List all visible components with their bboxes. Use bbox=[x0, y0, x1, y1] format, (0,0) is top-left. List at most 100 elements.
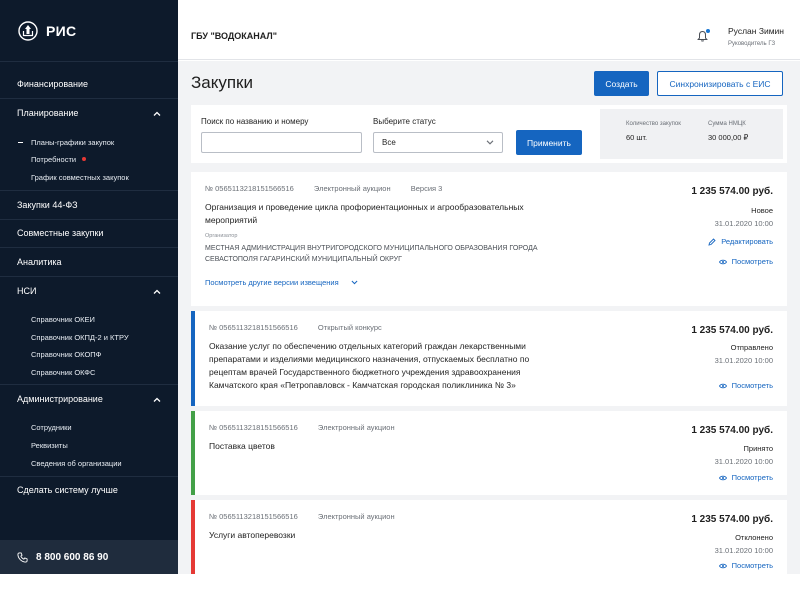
organizer-name: МЕСТНАЯ АДМИНИСТРАЦИЯ ВНУТРИГОРОДСКОГО М… bbox=[205, 245, 538, 263]
nav-label: Финансирование bbox=[17, 79, 89, 89]
user-name[interactable]: Руслан Зимин bbox=[728, 26, 784, 36]
logo[interactable]: РИС bbox=[0, 0, 178, 62]
edit-link[interactable]: Редактировать bbox=[708, 237, 773, 246]
purchase-date: 31.01.2020 10:00 bbox=[714, 356, 773, 365]
chevron-up-icon[interactable] bbox=[153, 289, 161, 294]
divider bbox=[0, 476, 178, 477]
purchase-date: 31.01.2020 10:00 bbox=[714, 457, 773, 466]
nav-employees[interactable]: Сотрудники bbox=[0, 421, 178, 433]
nav-label: Совместные закупки bbox=[17, 228, 104, 238]
chevron-up-icon[interactable] bbox=[153, 111, 161, 116]
status-badge: Отправлено bbox=[730, 343, 773, 352]
purchase-title[interactable]: Организация и проведение цикла профориен… bbox=[205, 201, 555, 227]
nav-financing[interactable]: Финансирование bbox=[0, 74, 178, 94]
nav-purchases-44[interactable]: Закупки 44-ФЗ bbox=[0, 195, 178, 215]
view-label: Посмотреть bbox=[731, 473, 773, 482]
divider bbox=[0, 219, 178, 220]
nav-joint-schedule[interactable]: График совместных закупок bbox=[0, 171, 178, 183]
count-value: 60 шт. bbox=[626, 133, 648, 142]
card-meta: № 0565113218151566516 Открытый конкурс bbox=[209, 323, 400, 332]
nav-plans-schedules[interactable]: Планы-графики закупок bbox=[0, 136, 178, 148]
purchase-title[interactable]: Оказание услуг по обеспечению отдельных … bbox=[209, 340, 564, 392]
sum-value: 30 000,00 ₽ bbox=[708, 133, 749, 142]
sum-label: Сумма НМЦК bbox=[708, 121, 746, 127]
purchase-date: 31.01.2020 10:00 bbox=[714, 219, 773, 228]
view-link[interactable]: Посмотреть bbox=[718, 473, 773, 482]
purchase-method: Открытый конкурс bbox=[317, 323, 382, 332]
purchase-card[interactable]: № 0565113218151566516 Электронный аукцио… bbox=[191, 172, 787, 306]
view-link[interactable]: Посмотреть bbox=[718, 257, 773, 266]
nav-okei[interactable]: Справочник ОКЕИ bbox=[0, 313, 178, 325]
nav-needs[interactable]: Потребности bbox=[0, 153, 178, 165]
status-select[interactable]: Все bbox=[373, 132, 503, 153]
divider bbox=[0, 276, 178, 277]
apply-button[interactable]: Применить bbox=[516, 130, 582, 155]
top-header: ГБУ "ВОДОКАНАЛ" Руслан Зимин Руководител… bbox=[178, 0, 800, 60]
card-meta: № 0565113218151566516 Электронный аукцио… bbox=[209, 512, 413, 521]
nav-okfs[interactable]: Справочник ОКФС bbox=[0, 366, 178, 378]
nav-joint-purchases[interactable]: Совместные закупки bbox=[0, 223, 178, 243]
view-link[interactable]: Посмотреть bbox=[718, 561, 773, 570]
create-button[interactable]: Создать bbox=[594, 71, 649, 96]
nav-org-info[interactable]: Сведения об организации bbox=[0, 457, 178, 469]
organizer-label: Организатор bbox=[205, 233, 238, 239]
card-meta: № 0565113218151566516 Электронный аукцио… bbox=[209, 423, 413, 432]
summary-box: Количество закупок 60 шт. Сумма НМЦК 30 … bbox=[596, 105, 787, 163]
purchase-price: 1 235 574.00 руб. bbox=[691, 186, 773, 197]
nav-okopf[interactable]: Справочник ОКОПФ bbox=[0, 348, 178, 360]
divider bbox=[0, 190, 178, 191]
eye-icon bbox=[718, 383, 727, 388]
other-versions-link[interactable]: Посмотреть другие версии извещения bbox=[205, 278, 358, 287]
view-label: Посмотреть bbox=[731, 561, 773, 570]
nav-sub-label: Сотрудники bbox=[31, 422, 72, 432]
notification-dot bbox=[706, 29, 710, 33]
organization-name: ГБУ "ВОДОКАНАЛ" bbox=[191, 31, 277, 41]
purchase-number: № 0565113218151566516 bbox=[209, 512, 298, 521]
phone-number: 8 800 600 86 90 bbox=[36, 551, 109, 563]
nav-label: Закупки 44-ФЗ bbox=[17, 200, 78, 210]
nav-label: Администрирование bbox=[17, 394, 103, 404]
phone-icon bbox=[17, 551, 28, 563]
divider bbox=[0, 98, 178, 99]
nav-label: НСИ bbox=[17, 286, 37, 296]
view-link[interactable]: Посмотреть bbox=[718, 381, 773, 390]
purchase-method: Электронный аукцион bbox=[317, 423, 395, 432]
view-label: Посмотреть bbox=[731, 257, 773, 266]
user-role: Руководитель ГЗ bbox=[728, 41, 776, 47]
purchase-method: Электронный аукцион bbox=[317, 512, 395, 521]
status-badge: Отклонено bbox=[735, 533, 773, 542]
nav-planning[interactable]: Планирование bbox=[0, 103, 178, 123]
purchase-title[interactable]: Поставка цветов bbox=[209, 440, 559, 453]
purchase-card[interactable]: № 0565113218151566516 Электронный аукцио… bbox=[191, 411, 787, 495]
chevron-up-icon[interactable] bbox=[153, 397, 161, 402]
nav-nsi[interactable]: НСИ bbox=[0, 281, 178, 301]
phone-bar[interactable]: 8 800 600 86 90 bbox=[0, 540, 178, 574]
nav-sub-label: Сведения об организации bbox=[31, 458, 122, 468]
purchase-number: № 0565113218151566516 bbox=[205, 184, 294, 193]
nav-sub-label: График совместных закупок bbox=[31, 172, 129, 182]
filter-panel: Поиск по названию и номеру Выберите стат… bbox=[191, 105, 787, 163]
other-versions-label: Посмотреть другие версии извещения bbox=[205, 278, 339, 287]
purchase-card[interactable]: № 0565113218151566516 Открытый конкурс О… bbox=[191, 311, 787, 406]
purchase-title[interactable]: Услуги автоперевозки bbox=[209, 529, 559, 542]
nav-label: Сделать систему лучше bbox=[17, 485, 118, 495]
pencil-icon bbox=[708, 237, 716, 246]
nav-analytics[interactable]: Аналитика bbox=[0, 252, 178, 272]
purchase-date: 31.01.2020 10:00 bbox=[714, 546, 773, 555]
eye-icon bbox=[718, 259, 727, 264]
chevron-down-icon bbox=[486, 140, 494, 145]
search-input[interactable] bbox=[201, 132, 362, 153]
nav-okpd[interactable]: Справочник ОКПД-2 и КТРУ bbox=[0, 331, 178, 343]
nav-sub-label: Справочник ОКФС bbox=[31, 367, 96, 377]
nav-sub-label: Планы-графики закупок bbox=[31, 137, 115, 147]
nav-sub-label: Справочник ОКПД-2 и КТРУ bbox=[31, 332, 129, 342]
purchase-number: № 0565113218151566516 bbox=[209, 323, 298, 332]
page-title: Закупки bbox=[191, 73, 253, 92]
nav-administration[interactable]: Администрирование bbox=[0, 389, 178, 409]
sync-eis-button[interactable]: Синхронизировать с ЕИС bbox=[657, 71, 783, 96]
notification-dot bbox=[82, 157, 87, 161]
nav-improve-system[interactable]: Сделать систему лучше bbox=[0, 480, 178, 500]
divider bbox=[0, 384, 178, 385]
purchase-card[interactable]: № 0565113218151566516 Электронный аукцио… bbox=[191, 500, 787, 574]
nav-requisites[interactable]: Реквизиты bbox=[0, 439, 178, 451]
